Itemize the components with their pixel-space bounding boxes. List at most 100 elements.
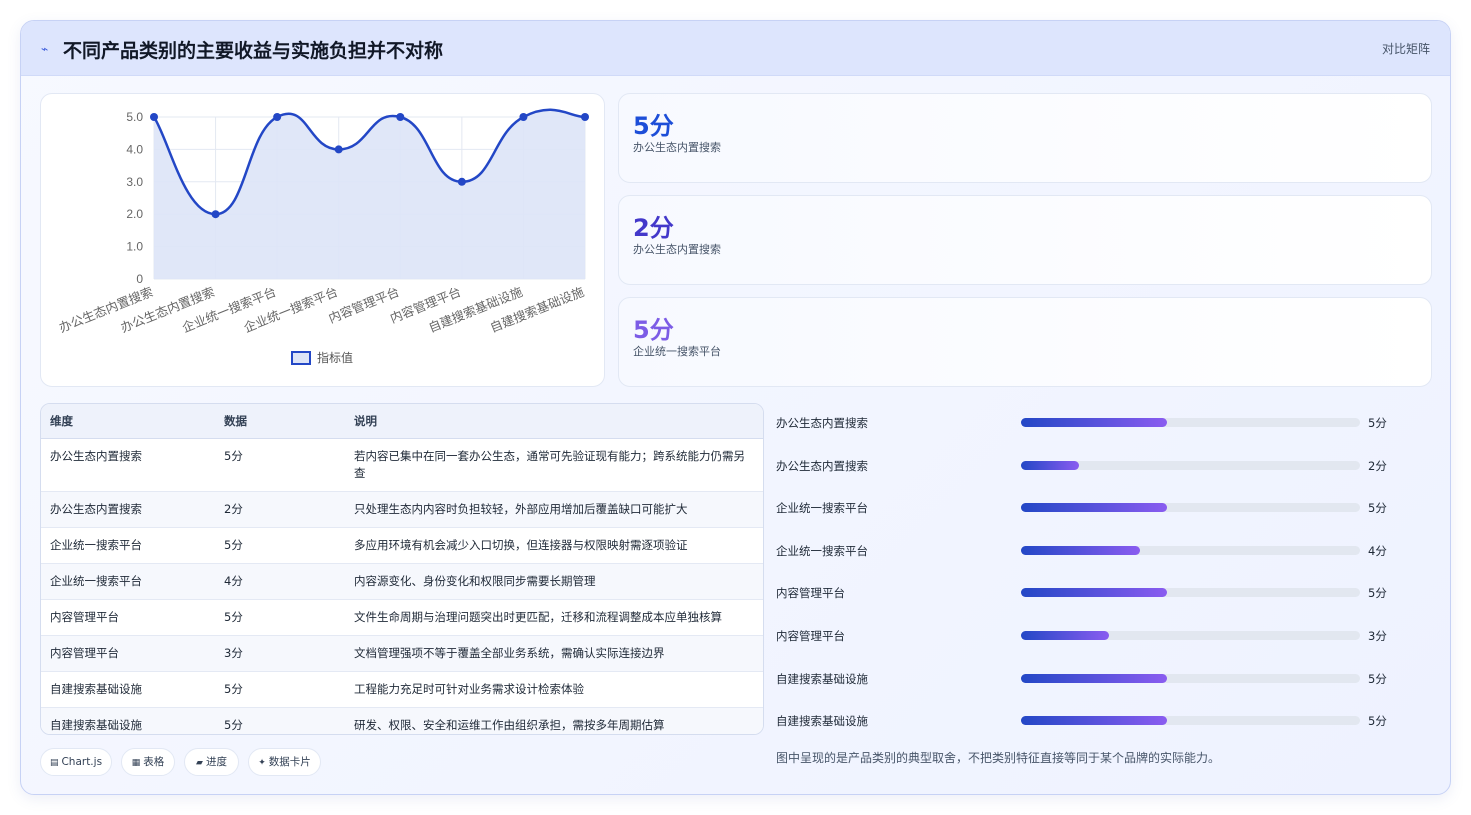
progress-fill <box>1021 588 1167 598</box>
series-area <box>154 109 585 279</box>
progress-label: 自建搜索基础设施 <box>776 714 868 729</box>
stat-card-3: 5分 企业统一搜索平台 <box>618 297 1432 387</box>
chip-label: 数据卡片 <box>268 756 311 768</box>
data-point <box>519 113 528 121</box>
chip-table[interactable]: ▦ 表格 <box>121 748 175 776</box>
stat-value: 5分 <box>633 112 674 140</box>
progress-row: 自建搜索基础设施 5分 <box>776 710 1436 730</box>
progress-label: 内容管理平台 <box>776 629 845 643</box>
data-point <box>150 113 158 121</box>
table-header-row: 维度 数据 说明 <box>41 404 763 439</box>
progress-fill <box>1021 545 1140 555</box>
cell-value: 5分 <box>215 599 345 636</box>
cell-dimension: 内容管理平台 <box>41 635 215 672</box>
progress-row: 内容管理平台 5分 <box>776 582 1436 602</box>
y-tick-label: 0 <box>136 272 143 286</box>
line-chart-card: 0 1.0 2.0 3.0 4.0 5.0 办公生态内置搜索 办公生态内置搜索 企业统一搜索平台… <box>40 93 605 387</box>
cell-description: 文件生命周期与治理问题突出时更匹配，迁移和流程调整成本应单独核算 <box>345 599 763 636</box>
progress-value: 5分 <box>1368 501 1387 516</box>
column-header-description: 说明 <box>345 404 763 439</box>
y-tick-label: 1.0 <box>126 240 143 254</box>
cell-dimension: 内容管理平台 <box>41 599 215 636</box>
chip-progress[interactable]: ▰ 进度 <box>184 748 239 776</box>
panel-header: ⌁ 不同产品类别的主要收益与实施负担并不对称 对比矩阵 <box>21 21 1450 76</box>
progress-track <box>1021 418 1360 427</box>
stat-label: 企业统一搜索平台 <box>633 345 721 358</box>
progress-list: 办公生态内置搜索 5分 办公生态内置搜索 2分 企业统一搜索平台 5分 企业统一搜索平台 4分… <box>776 403 1436 743</box>
table-row: 内容管理平台 5分 文件生命周期与治理问题突出时更匹配，迁移和流程调整成本应单独… <box>41 599 763 636</box>
cell-value: 5分 <box>215 527 345 564</box>
progress-fill <box>1021 673 1167 683</box>
progress-track <box>1021 673 1360 683</box>
chart-icon: ▤ <box>49 758 59 768</box>
progress-label: 办公生态内置搜索 <box>776 416 868 430</box>
stat-value: 2分 <box>633 214 674 242</box>
stat-label: 办公生态内置搜索 <box>633 141 721 154</box>
data-point <box>211 210 220 219</box>
table-row: 内容管理平台 3分 文档管理强项不等于覆盖全部业务系统，需确认实际连接边界 <box>41 635 763 672</box>
chip-label: 表格 <box>143 756 165 768</box>
progress-track <box>1021 545 1360 555</box>
table-row: 办公生态内置搜索 5分 若内容已集中在同一套办公生态，通常可先验证现有能力；跨系… <box>41 438 763 492</box>
legend-swatch <box>291 351 311 365</box>
cell-dimension: 企业统一搜索平台 <box>41 527 215 564</box>
cell-dimension: 自建搜索基础设施 <box>41 707 215 734</box>
progress-fill <box>1021 418 1167 427</box>
table-row: 企业统一搜索平台 5分 多应用环境有机会减少入口切换，但连接器与权限映射需逐项验… <box>41 527 763 564</box>
progress-value: 5分 <box>1368 416 1387 430</box>
column-header-dimension: 维度 <box>41 404 215 439</box>
data-point <box>396 113 405 121</box>
data-point <box>581 113 589 121</box>
footnote: 图中呈现的是产品类别的典型取舍，不把类别特征直接等同于某个品牌的实际能力。 <box>776 751 1221 765</box>
progress-track <box>1021 503 1360 513</box>
cell-description: 若内容已集中在同一套办公生态，通常可先验证现有能力；跨系统能力仍需另查 <box>345 438 763 492</box>
progress-value: 5分 <box>1368 671 1387 686</box>
cell-value: 5分 <box>215 707 345 734</box>
progress-row: 办公生态内置搜索 5分 <box>776 412 1436 432</box>
progress-label: 办公生态内置搜索 <box>776 458 868 473</box>
progress-fill <box>1021 631 1110 640</box>
trend-icon: ⌁ <box>41 42 49 56</box>
progress-track <box>1021 716 1360 726</box>
table-row: 自建搜索基础设施 5分 工程能力充足时可针对业务需求设计检索体验 <box>41 671 763 708</box>
table-row: 企业统一搜索平台 4分 内容源变化、身份变化和权限同步需要长期管理 <box>41 563 763 600</box>
page-title: 不同产品类别的主要收益与实施负担并不对称 <box>63 40 444 62</box>
cell-description: 文档管理强项不等于覆盖全部业务系统，需确认实际连接边界 <box>345 635 763 672</box>
cell-dimension: 办公生态内置搜索 <box>41 438 215 492</box>
cell-value: 2分 <box>215 491 345 528</box>
progress-row: 企业统一搜索平台 5分 <box>776 497 1436 517</box>
table-row: 办公生态内置搜索 2分 只处理生态内内容时负担较轻，外部应用增加后覆盖缺口可能扩… <box>41 491 763 528</box>
progress-row: 办公生态内置搜索 2分 <box>776 455 1436 475</box>
chip-data-cards[interactable]: ✦ 数据卡片 <box>248 748 321 776</box>
data-point <box>457 177 466 186</box>
progress-value: 3分 <box>1368 629 1387 643</box>
progress-row: 自建搜索基础设施 5分 <box>776 668 1436 688</box>
cell-description: 只处理生态内内容时负担较轻，外部应用增加后覆盖缺口可能扩大 <box>345 491 763 528</box>
card-icon: ✦ <box>258 758 266 768</box>
data-table: 维度 数据 说明 办公生态内置搜索 5分 若内容已集中在同一套办公生态，通常可先… <box>40 403 764 735</box>
cell-value: 5分 <box>215 671 345 708</box>
cell-dimension: 办公生态内置搜索 <box>41 491 215 528</box>
cell-description: 工程能力充足时可针对业务需求设计检索体验 <box>345 671 763 708</box>
progress-row: 内容管理平台 3分 <box>776 625 1436 645</box>
stat-label: 办公生态内置搜索 <box>633 243 721 256</box>
progress-fill <box>1021 716 1167 726</box>
line-chart: 01.02.03.04.05.0办公生态内置搜索办公生态内置搜索企业统一搜索平台… <box>57 108 589 365</box>
cell-value: 5分 <box>215 438 345 492</box>
progress-label: 企业统一搜索平台 <box>776 501 868 516</box>
progress-label: 企业统一搜索平台 <box>776 543 868 558</box>
comparison-matrix-label: 对比矩阵 <box>1381 42 1430 56</box>
legend-label: 指标值 <box>317 350 353 365</box>
y-tick-label: 4.0 <box>126 142 143 156</box>
progress-icon: ▰ <box>196 758 203 768</box>
cell-dimension: 自建搜索基础设施 <box>41 671 215 708</box>
cell-value: 4分 <box>215 563 345 600</box>
progress-track <box>1021 631 1360 640</box>
progress-row: 企业统一搜索平台 4分 <box>776 540 1436 560</box>
progress-label: 自建搜索基础设施 <box>776 671 868 686</box>
chip-chartjs[interactable]: ▤ Chart.js <box>40 748 112 776</box>
data-point <box>273 113 282 121</box>
stat-card-2: 2分 办公生态内置搜索 <box>618 195 1432 285</box>
column-header-data: 数据 <box>215 404 345 439</box>
cell-dimension: 企业统一搜索平台 <box>41 563 215 600</box>
